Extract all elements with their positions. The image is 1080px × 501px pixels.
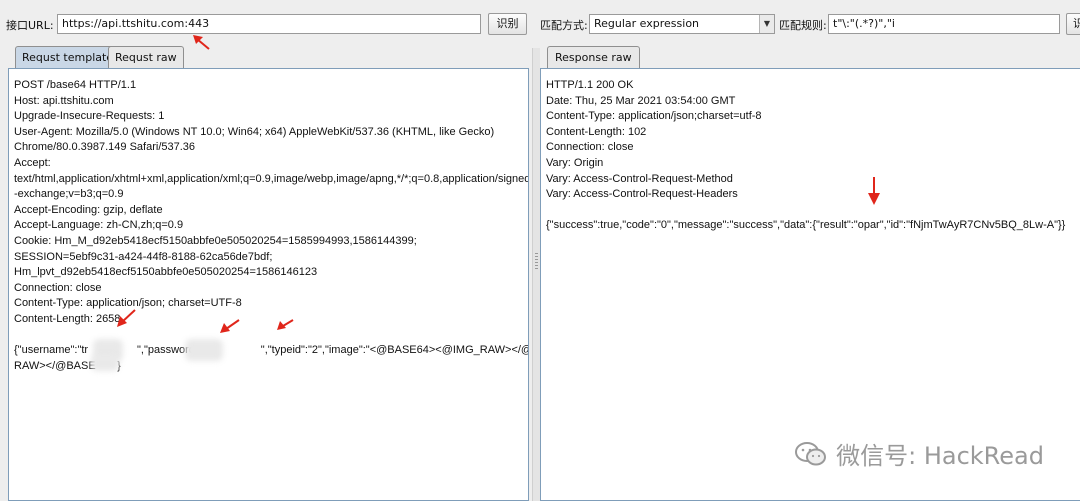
- response-line: Content-Type: application/json;charset=u…: [546, 110, 762, 123]
- annotation-arrow-icon: [868, 177, 880, 205]
- response-line: {"success":true,"code":"0","message":"su…: [546, 219, 1066, 232]
- request-line: Host: api.ttshitu.com: [14, 94, 114, 107]
- request-line: Accept:: [14, 156, 51, 169]
- request-line: SESSION=5ebf9c31-a424-44f8-8188-62ca56de…: [14, 250, 273, 263]
- request-line: Accept-Language: zh-CN,zh;q=0.9: [14, 219, 184, 232]
- annotation-arrow-icon: [277, 319, 294, 330]
- request-editor[interactable]: POST /base64 HTTP/1.1 Host: api.ttshitu.c…: [8, 68, 529, 501]
- request-line: Content-Type: application/json; charset=…: [14, 297, 242, 310]
- url-label: 接口URL:: [6, 19, 54, 32]
- redaction-blur: [91, 355, 119, 371]
- request-line: Cookie: Hm_M_d92eb5418ecf5150abbfe0e5050…: [14, 234, 417, 247]
- request-line: Hm_lpvt_d92eb5418ecf5150abbfe0e505020254…: [14, 266, 318, 279]
- request-line: POST /base64 HTTP/1.1: [14, 79, 137, 91]
- request-line: [14, 328, 528, 344]
- request-line: text/html,application/xhtml+xml,applicat…: [14, 172, 529, 185]
- response-line: [546, 203, 1065, 219]
- request-line: Accept-Encoding: gzip, deflate: [14, 203, 163, 216]
- request-line: Upgrade-Insecure-Requests: 1: [14, 110, 165, 123]
- url-input[interactable]: https://api.ttshitu.com:443: [57, 14, 481, 34]
- wechat-icon: [795, 441, 827, 465]
- match-mode-value: Regular expression: [594, 17, 700, 30]
- tab-request-raw[interactable]: Requst raw: [108, 46, 184, 68]
- request-line: Chrome/80.0.3987.149 Safari/537.36: [14, 141, 196, 154]
- watermark-text: 微信号: HackRead: [836, 442, 1044, 470]
- watermark: 微信号: HackRead: [794, 436, 1044, 471]
- annotation-arrow-icon: [220, 319, 240, 333]
- response-line: Vary: Origin: [546, 156, 604, 169]
- pane-splitter[interactable]: [532, 48, 540, 501]
- request-line: Content-Length: 2658: [14, 312, 121, 325]
- grip-icon: [535, 253, 538, 271]
- request-text: POST /base64 HTTP/1.1 Host: api.ttshitu.c…: [14, 78, 529, 374]
- response-line: Vary: Access-Control-Request-Headers: [546, 188, 738, 201]
- match-mode-label: 匹配方式:: [540, 19, 588, 32]
- match-mode-select[interactable]: Regular expression ▼: [589, 14, 775, 34]
- response-line: HTTP/1.1 200 OK: [546, 79, 634, 91]
- tab-request-template[interactable]: Requst template: [15, 46, 121, 68]
- request-line: Connection: close: [14, 281, 102, 294]
- match-rule-input[interactable]: t"\:"(.*?)","i: [828, 14, 1060, 34]
- request-line: User-Agent: Mozilla/5.0 (Windows NT 10.0…: [14, 125, 495, 138]
- match-rule-label: 匹配规则:: [779, 19, 827, 32]
- identify-button-right[interactable]: 识: [1066, 13, 1080, 35]
- identify-button[interactable]: 识别: [488, 13, 527, 35]
- tab-response-raw[interactable]: Response raw: [547, 46, 640, 68]
- response-line: Date: Thu, 25 Mar 2021 03:54:00 GMT: [546, 94, 736, 107]
- response-line: Vary: Access-Control-Request-Method: [546, 172, 733, 185]
- response-line: Content-Length: 102: [546, 125, 647, 138]
- annotation-arrow-icon: [117, 309, 136, 327]
- response-text: HTTP/1.1 200 OK Date: Thu, 25 Mar 2021 03…: [546, 78, 1065, 234]
- annotation-arrow-icon: [193, 35, 210, 50]
- request-line: -exchange;v=b3;q=0.9: [14, 188, 124, 201]
- chevron-down-icon: ▼: [759, 15, 774, 33]
- response-line: Connection: close: [546, 141, 634, 154]
- redaction-blur: [185, 339, 223, 361]
